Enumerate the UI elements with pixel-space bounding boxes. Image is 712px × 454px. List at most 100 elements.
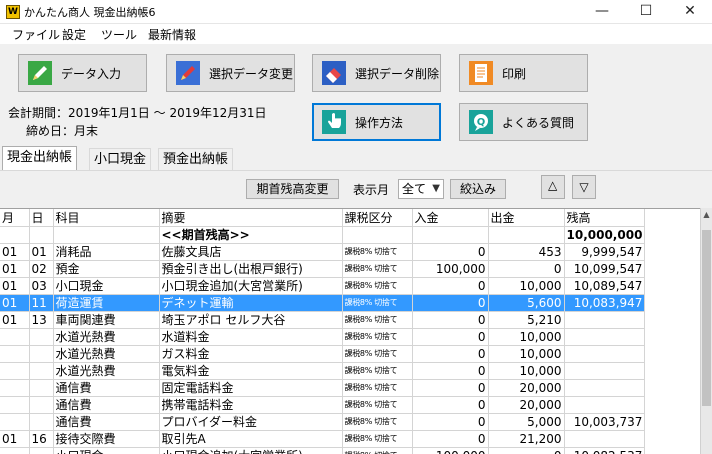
grid-cell: 01 — [0, 260, 30, 278]
grid-cell: 小口現金追加(大宮営業所) — [159, 277, 343, 295]
triangle-down-icon: ▽ — [579, 180, 589, 194]
maximize-button[interactable]: ☐ — [624, 0, 668, 24]
grid-cell: 佐藤文具店 — [159, 243, 343, 261]
grid-cell: 預金引き出し(出根戸銀行) — [159, 260, 343, 278]
chevron-down-icon: ▼ — [432, 183, 440, 194]
vertical-scrollbar[interactable]: ▲ — [700, 208, 712, 454]
menu-latest-info[interactable]: 最新情報 — [148, 26, 196, 43]
how-to-button[interactable]: 操作方法 — [312, 103, 441, 141]
tab-petty-cash[interactable]: 小口現金 — [89, 148, 152, 170]
tab-cash-book[interactable]: 現金出納帳 — [2, 146, 78, 171]
grid-cell — [0, 362, 30, 380]
grid-cell — [29, 447, 54, 454]
opening-balance-change-button[interactable]: 期首残高変更 — [246, 179, 339, 199]
data-entry-button[interactable]: データ入力 — [18, 54, 147, 92]
grid-cell: 取引先A — [159, 430, 343, 448]
close-button[interactable]: ✕ — [668, 0, 712, 24]
grid-cell: 10,000 — [488, 328, 565, 346]
grid-cell: デネット運輸 — [159, 294, 343, 312]
scroll-up-icon[interactable]: ▲ — [701, 210, 712, 219]
print-button[interactable]: 印刷 — [459, 54, 588, 92]
grid-cell: 01 — [0, 311, 30, 329]
grid-cell: 預金 — [53, 260, 160, 278]
cash-book-grid[interactable]: 月日科目 摘要 課税区分 入金 出金 残高 <<期首残高>> 10,000,000 01 01 消耗… — [0, 208, 700, 454]
grid-cell: 10,099,547 — [564, 260, 646, 278]
edit-selected-button[interactable]: 選択データ変更 — [166, 54, 295, 92]
grid-cell: 10,000 — [488, 345, 565, 363]
grid-cell: 通信費 — [53, 379, 160, 397]
grid-cell — [0, 379, 30, 397]
grid-cell: 13 — [29, 311, 54, 329]
grid-cell: 0 — [412, 243, 489, 261]
tab-deposit-book[interactable]: 預金出納帳 — [158, 148, 234, 170]
grid-cell: 5,600 — [488, 294, 565, 312]
table-row[interactable]: 01 02 預金 預金引き出し(出根戸銀行) 課税8% 切捨て 100,000 0 10,09… — [0, 260, 646, 278]
column-header[interactable]: 残高 — [564, 209, 646, 227]
table-row[interactable]: 水道光熱費 水道料金 課税8% 切捨て 0 10,000 — [0, 328, 646, 346]
grid-cell: 接待交際費 — [53, 430, 160, 448]
grid-cell: 課税8% 切捨て — [342, 294, 413, 312]
column-header[interactable]: 摘要 — [159, 209, 343, 227]
column-header[interactable]: 月 — [0, 209, 30, 227]
grid-cell: 100,000 — [412, 447, 489, 454]
scrollbar-thumb[interactable] — [702, 230, 711, 406]
grid-cell: 03 — [29, 277, 54, 295]
delete-selected-button[interactable]: 選択データ削除 — [312, 54, 441, 92]
column-header[interactable]: 入金 — [412, 209, 489, 227]
menu-settings[interactable]: 設定 — [62, 26, 86, 43]
menu-tools[interactable]: ツール — [101, 26, 137, 43]
grid-cell: 01 — [29, 243, 54, 261]
table-row[interactable]: 01 01 消耗品 佐藤文具店 課税8% 切捨て 0 453 9,999,547 — [0, 243, 646, 261]
grid-cell: 課税8% 切捨て — [342, 311, 413, 329]
table-row[interactable]: 小口現金小口現金追加(大宮営業所)課税8% 切捨て100,000010,082,… — [0, 447, 646, 454]
closing-day: 締め日：月末 — [26, 124, 99, 138]
accounting-period: 会計期間：2019年1月1日 〜 2019年12月31日 — [8, 106, 267, 120]
grid-cell: 課税8% 切捨て — [342, 447, 413, 454]
table-row[interactable]: 水道光熱費 ガス料金 課税8% 切捨て 0 10,000 — [0, 345, 646, 363]
table-row[interactable]: 通信費 固定電話料金 課税8% 切捨て 0 20,000 — [0, 379, 646, 397]
minimize-button[interactable]: — — [580, 0, 624, 24]
grid-cell — [0, 328, 30, 346]
menu-file[interactable]: ファイル — [12, 26, 60, 43]
column-header[interactable]: 日 — [29, 209, 54, 227]
grid-cell: 0 — [488, 447, 565, 454]
pencil-green-icon — [27, 60, 53, 86]
grid-cell — [564, 379, 646, 397]
table-row[interactable]: 水道光熱費 電気料金 課税8% 切捨て 0 10,000 — [0, 362, 646, 380]
narrow-down-button[interactable]: 絞込み — [450, 179, 506, 199]
display-month-select[interactable]: 全て ▼ — [398, 179, 444, 199]
column-header[interactable]: 科目 — [53, 209, 160, 227]
hand-pointer-icon — [321, 109, 347, 135]
grid-cell: 10,000 — [488, 362, 565, 380]
grid-cell — [29, 396, 54, 414]
move-up-button[interactable]: ▽ — [541, 175, 565, 199]
grid-cell: 水道光熱費 — [53, 345, 160, 363]
grid-cell — [29, 362, 54, 380]
table-row[interactable]: 01 13 車両関連費 埼玉アポロ セルフ大谷 課税8% 切捨て 0 5,210 — [0, 311, 646, 329]
table-row[interactable]: 通信費 プロバイダー料金 課税8% 切捨て 0 5,000 10,003,737 — [0, 413, 646, 431]
grid-cell — [53, 226, 160, 244]
grid-cell: 課税8% 切捨て — [342, 362, 413, 380]
grid-cell: 0 — [488, 260, 565, 278]
menu-bar: ファイル 設定 ツール 最新情報 — [0, 24, 712, 44]
column-header[interactable]: 課税区分 — [342, 209, 413, 227]
grid-cell: 車両関連費 — [53, 311, 160, 329]
table-row[interactable]: 01 11 荷造運賃 デネット運輸 課税8% 切捨て 0 5,600 10,083,947 — [0, 294, 646, 312]
app-icon: W — [6, 5, 20, 19]
faq-button[interactable]: Q よくある質問 — [459, 103, 588, 141]
table-row[interactable]: 01 03 小口現金 小口現金追加(大宮営業所) 課税8% 切捨て 0 10,000 10,0… — [0, 277, 646, 295]
opening-balance-row[interactable]: <<期首残高>> 10,000,000 — [0, 226, 646, 244]
column-header[interactable]: 出金 — [488, 209, 565, 227]
grid-cell: 通信費 — [53, 413, 160, 431]
grid-cell: 453 — [488, 243, 565, 261]
grid-cell: 9,999,547 — [564, 243, 646, 261]
opening-label: <<期首残高>> — [159, 226, 343, 244]
display-month-label: 表示月 — [353, 183, 390, 197]
grid-cell — [564, 345, 646, 363]
grid-cell: 5,000 — [488, 413, 565, 431]
grid-cell: 課税8% 切捨て — [342, 396, 413, 414]
grid-cell: 10,083,947 — [564, 294, 646, 312]
table-row[interactable]: 通信費 携帯電話料金 課税8% 切捨て 0 20,000 — [0, 396, 646, 414]
move-down-button[interactable]: ▽ — [572, 175, 596, 199]
table-row[interactable]: 01 16 接待交際費 取引先A 課税8% 切捨て 0 21,200 — [0, 430, 646, 448]
